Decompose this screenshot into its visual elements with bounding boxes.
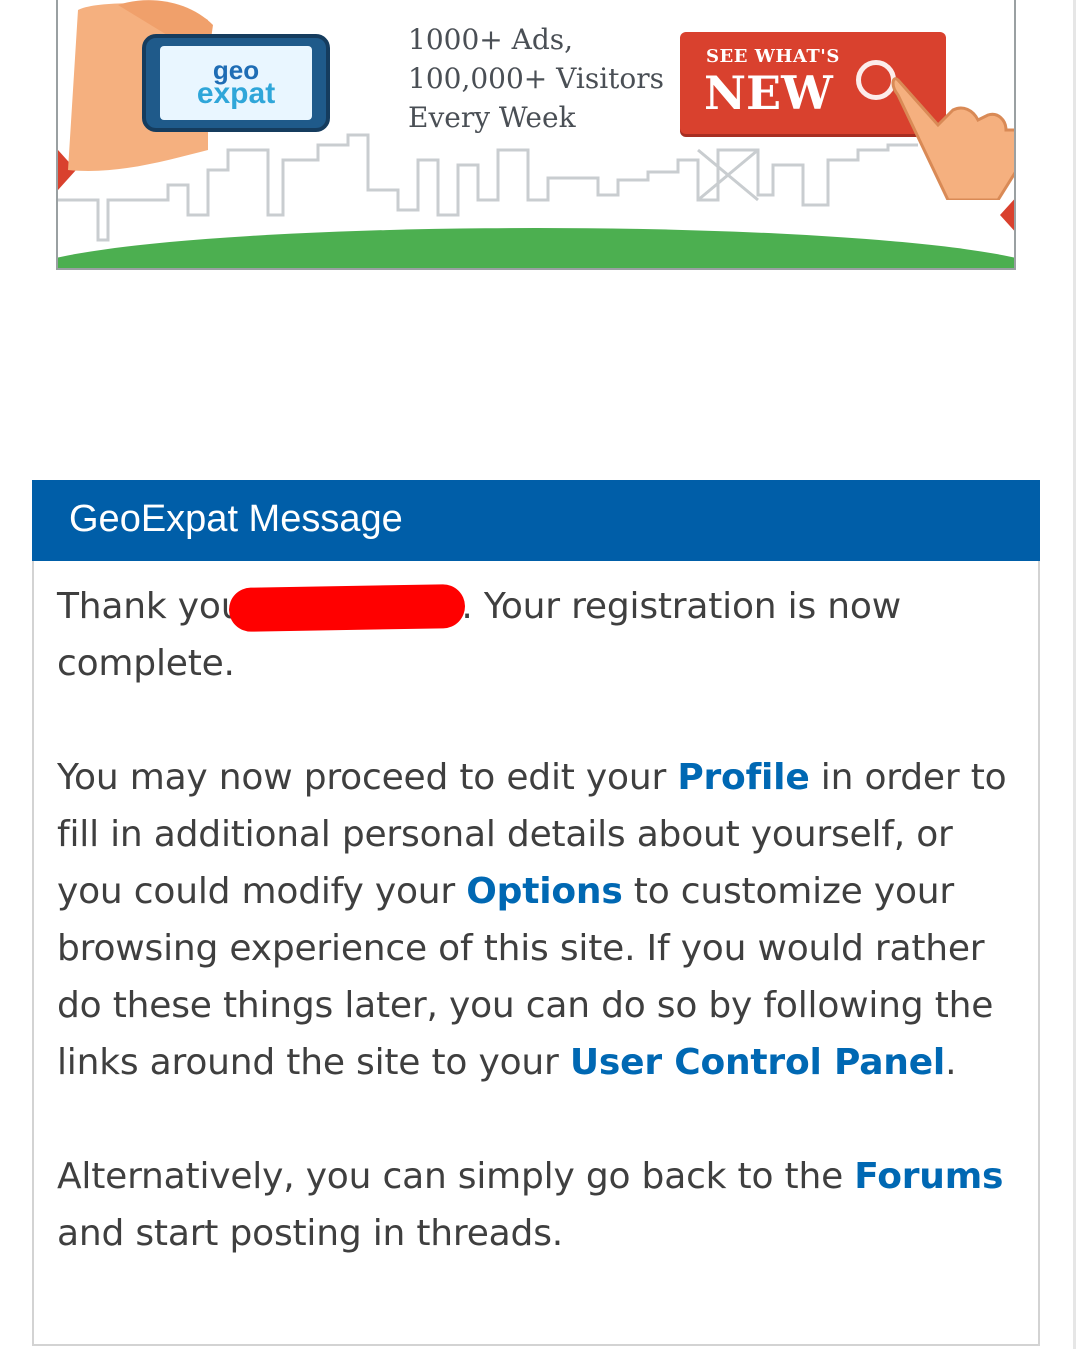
redacted-username <box>228 583 466 633</box>
hand-holding-phone-graphic: geo expat <box>58 0 398 200</box>
geoexpat-logo: geo expat <box>196 54 276 111</box>
banner-ad[interactable]: geo expat 1000+ Ads, 100,000+ Visitors E… <box>56 0 1016 270</box>
options-link[interactable]: Options <box>466 871 623 912</box>
banner-line-ads: 1000+ Ads, <box>408 23 574 56</box>
forums-link[interactable]: Forums <box>854 1156 1003 1197</box>
registration-confirmation: Thank you. Your registration is now comp… <box>57 578 1027 692</box>
banner-stats-text: 1000+ Ads, 100,000+ Visitors Every Week <box>408 20 678 137</box>
pointing-hand-icon <box>891 77 1014 200</box>
cta-small-label: SEE WHAT'S <box>706 46 840 67</box>
user-control-panel-link[interactable]: User Control Panel <box>570 1042 945 1083</box>
cta-big-label: NEW <box>704 66 833 120</box>
phone-icon: geo expat <box>142 34 330 132</box>
panel-title: GeoExpat Message <box>32 480 1040 561</box>
scrollbar-track <box>1073 0 1076 1349</box>
alternative-paragraph: Alternatively, you can simply go back to… <box>57 1156 1004 1254</box>
profile-link[interactable]: Profile <box>677 757 809 798</box>
next-steps-paragraph: You may now proceed to edit your Profile… <box>57 757 1007 1083</box>
banner-line-weekly: Every Week <box>408 101 576 134</box>
banner-line-visitors: 100,000+ Visitors <box>408 62 665 95</box>
message-body: Thank you. Your registration is now comp… <box>57 578 1027 1319</box>
